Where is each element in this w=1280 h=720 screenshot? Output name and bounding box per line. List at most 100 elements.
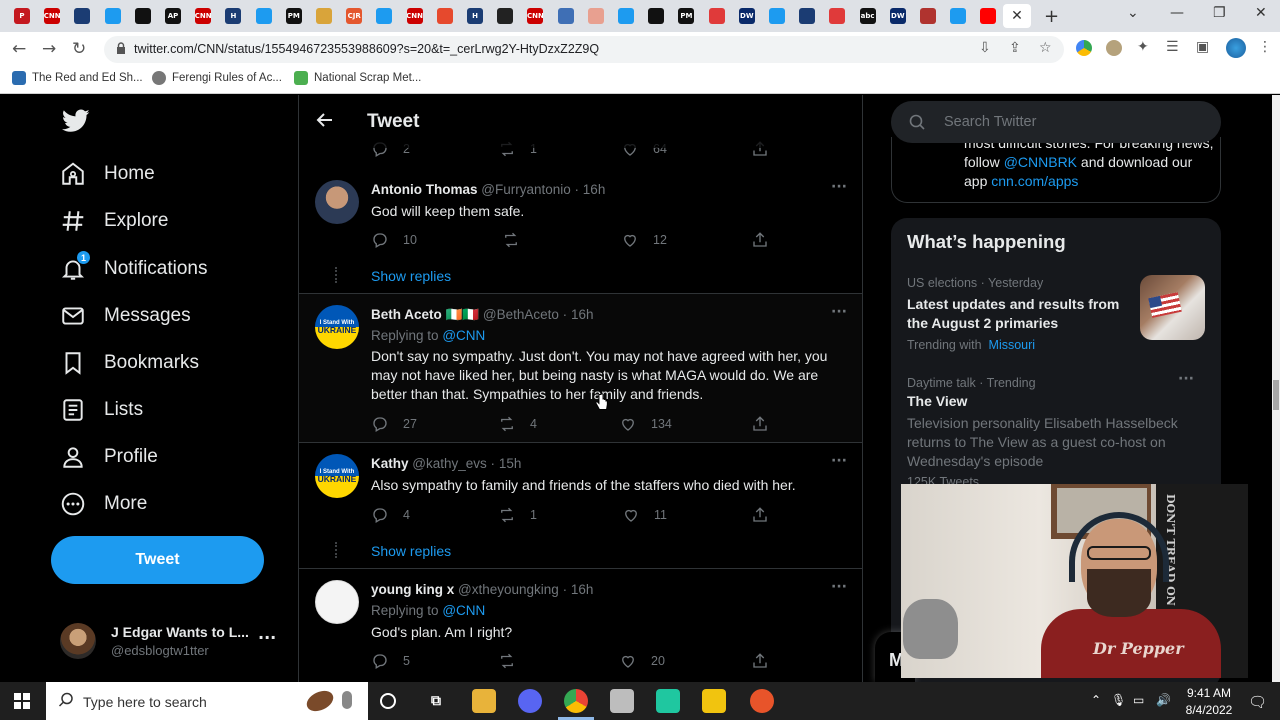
browser-tab[interactable]: P [10, 4, 34, 28]
extension-icon[interactable] [1106, 40, 1122, 56]
star-icon[interactable]: ☆ [1039, 40, 1052, 56]
browser-tab[interactable]: CNN [40, 4, 64, 28]
drive-extension-icon[interactable] [1076, 40, 1092, 56]
forward-button[interactable]: → [42, 39, 56, 59]
nav-bookmarks[interactable]: Bookmarks [60, 345, 199, 381]
like-action[interactable]: 20 [619, 652, 665, 670]
browser-tab[interactable] [765, 4, 789, 28]
browser-tab[interactable] [433, 4, 457, 28]
retweet-action[interactable] [498, 652, 530, 670]
nav-profile[interactable]: Profile [60, 439, 158, 475]
discord-icon[interactable] [518, 689, 542, 713]
microphone-tray-icon[interactable]: 🎙 [1111, 693, 1126, 707]
tweet-time[interactable]: 16h [571, 307, 594, 322]
browser-tab[interactable] [493, 4, 517, 28]
browser-tab[interactable] [614, 4, 638, 28]
browser-tab[interactable] [946, 4, 970, 28]
browser-tab[interactable] [705, 4, 729, 28]
bookmark-item[interactable]: National Scrap Met... [294, 71, 421, 85]
browser-tab[interactable] [976, 4, 1000, 28]
search-box[interactable]: Search Twitter [891, 101, 1221, 143]
author-handle[interactable]: @xtheyoungking [458, 582, 559, 597]
task-view-icon[interactable] [380, 693, 396, 709]
clock-date[interactable]: 8/4/2022 [1184, 703, 1234, 717]
tweet-time[interactable]: 16h [583, 182, 606, 197]
tweet[interactable]: I Stand With UKRAINE Beth Aceto 🇮🇪🇮🇹 @Bet… [299, 294, 862, 442]
share-action[interactable] [751, 652, 769, 670]
page-scrollbar[interactable] [1272, 95, 1280, 682]
media-player-icon[interactable] [702, 689, 726, 713]
browser-tab[interactable] [131, 4, 155, 28]
more-dots-icon[interactable]: ··· [831, 579, 847, 595]
bookmark-item[interactable]: Ferengi Rules of Ac... [152, 71, 282, 85]
author-handle[interactable]: @kathy_evs [412, 456, 487, 471]
recorder-icon[interactable] [750, 689, 774, 713]
browser-tab[interactable]: AP [161, 4, 185, 28]
minimize-button[interactable]: — [1170, 5, 1184, 21]
browser-tab[interactable] [554, 4, 578, 28]
nav-lists[interactable]: Lists [60, 392, 143, 428]
trend-item[interactable]: Daytime talk · Trending The View Televis… [907, 376, 1207, 489]
promo-link[interactable]: @CNNBRK [1004, 154, 1077, 170]
new-tab-button[interactable]: + [1044, 6, 1059, 27]
share-action[interactable] [751, 231, 769, 249]
show-replies-link[interactable]: Show replies [371, 543, 451, 559]
task-switcher-icon[interactable]: ⧉ [424, 689, 448, 713]
profile-avatar-icon[interactable] [1226, 38, 1246, 58]
browser-tab[interactable]: DW [735, 4, 759, 28]
tweet-time[interactable]: 15h [499, 456, 522, 471]
network-icon[interactable]: ▭ [1133, 693, 1144, 707]
author-name[interactable]: Antonio Thomas [371, 182, 478, 197]
more-dots-icon[interactable]: ··· [831, 179, 847, 195]
nav-notifications[interactable]: 1 Notifications [60, 250, 208, 287]
browser-tab[interactable] [795, 4, 819, 28]
app-icon[interactable] [656, 689, 680, 713]
author-handle[interactable]: @BethAceto [483, 307, 559, 322]
browser-tab[interactable] [312, 4, 336, 28]
tweet-time[interactable]: 16h [571, 582, 594, 597]
browser-tab[interactable] [252, 4, 276, 28]
browser-tab[interactable] [644, 4, 668, 28]
browser-tab[interactable] [372, 4, 396, 28]
promo-link[interactable]: cnn.com/apps [991, 173, 1078, 189]
share-action[interactable] [751, 415, 769, 433]
nav-home[interactable]: Home [60, 156, 155, 192]
chrome-icon[interactable] [564, 689, 588, 713]
back-button[interactable]: ← [12, 39, 26, 59]
active-tab[interactable]: ✕ [1003, 4, 1031, 28]
like-action[interactable]: 134 [619, 415, 672, 433]
volume-icon[interactable]: 🔊 [1156, 693, 1171, 707]
browser-tab[interactable]: H [463, 4, 487, 28]
reply-action[interactable]: 10 [371, 231, 417, 249]
microphone-icon[interactable] [342, 691, 352, 709]
reading-list-icon[interactable]: ☰ [1166, 39, 1179, 55]
address-bar[interactable]: twitter.com/CNN/status/15549467235539886… [104, 36, 1064, 63]
browser-tab[interactable]: DW [886, 4, 910, 28]
browser-tab[interactable]: H [221, 4, 245, 28]
more-dots-icon[interactable]: ··· [258, 628, 276, 647]
avatar[interactable]: I Stand With UKRAINE [315, 305, 359, 349]
share-action[interactable] [751, 506, 769, 524]
browser-tab[interactable]: CNN [191, 4, 215, 28]
more-dots-icon[interactable]: ··· [831, 453, 847, 469]
reply-action[interactable]: 27 [371, 415, 417, 433]
author-name[interactable]: young king x [371, 582, 454, 597]
retweet-action[interactable]: 4 [498, 415, 537, 433]
nav-messages[interactable]: Messages [60, 298, 191, 334]
trend-item[interactable]: US elections · Yesterday Latest updates … [907, 276, 1132, 352]
mention-link[interactable]: @CNN [442, 603, 485, 618]
mention-link[interactable]: @CNN [442, 328, 485, 343]
share-icon[interactable]: ⇪ [1009, 40, 1021, 56]
author-name[interactable]: Kathy [371, 456, 409, 471]
install-icon[interactable]: ⇩ [979, 40, 991, 56]
side-panel-icon[interactable]: ▣ [1196, 39, 1209, 55]
twitter-bird-icon[interactable] [62, 109, 90, 133]
browser-tab[interactable]: CNN [523, 4, 547, 28]
bookmark-item[interactable]: The Red and Ed Sh... [12, 71, 143, 85]
nav-more[interactable]: More [60, 486, 147, 522]
tab-search-icon[interactable]: ⌄ [1127, 5, 1139, 21]
avatar[interactable] [315, 580, 359, 624]
browser-tab[interactable] [584, 4, 608, 28]
nav-explore[interactable]: Explore [60, 203, 168, 239]
browser-tab[interactable]: CJR [342, 4, 366, 28]
